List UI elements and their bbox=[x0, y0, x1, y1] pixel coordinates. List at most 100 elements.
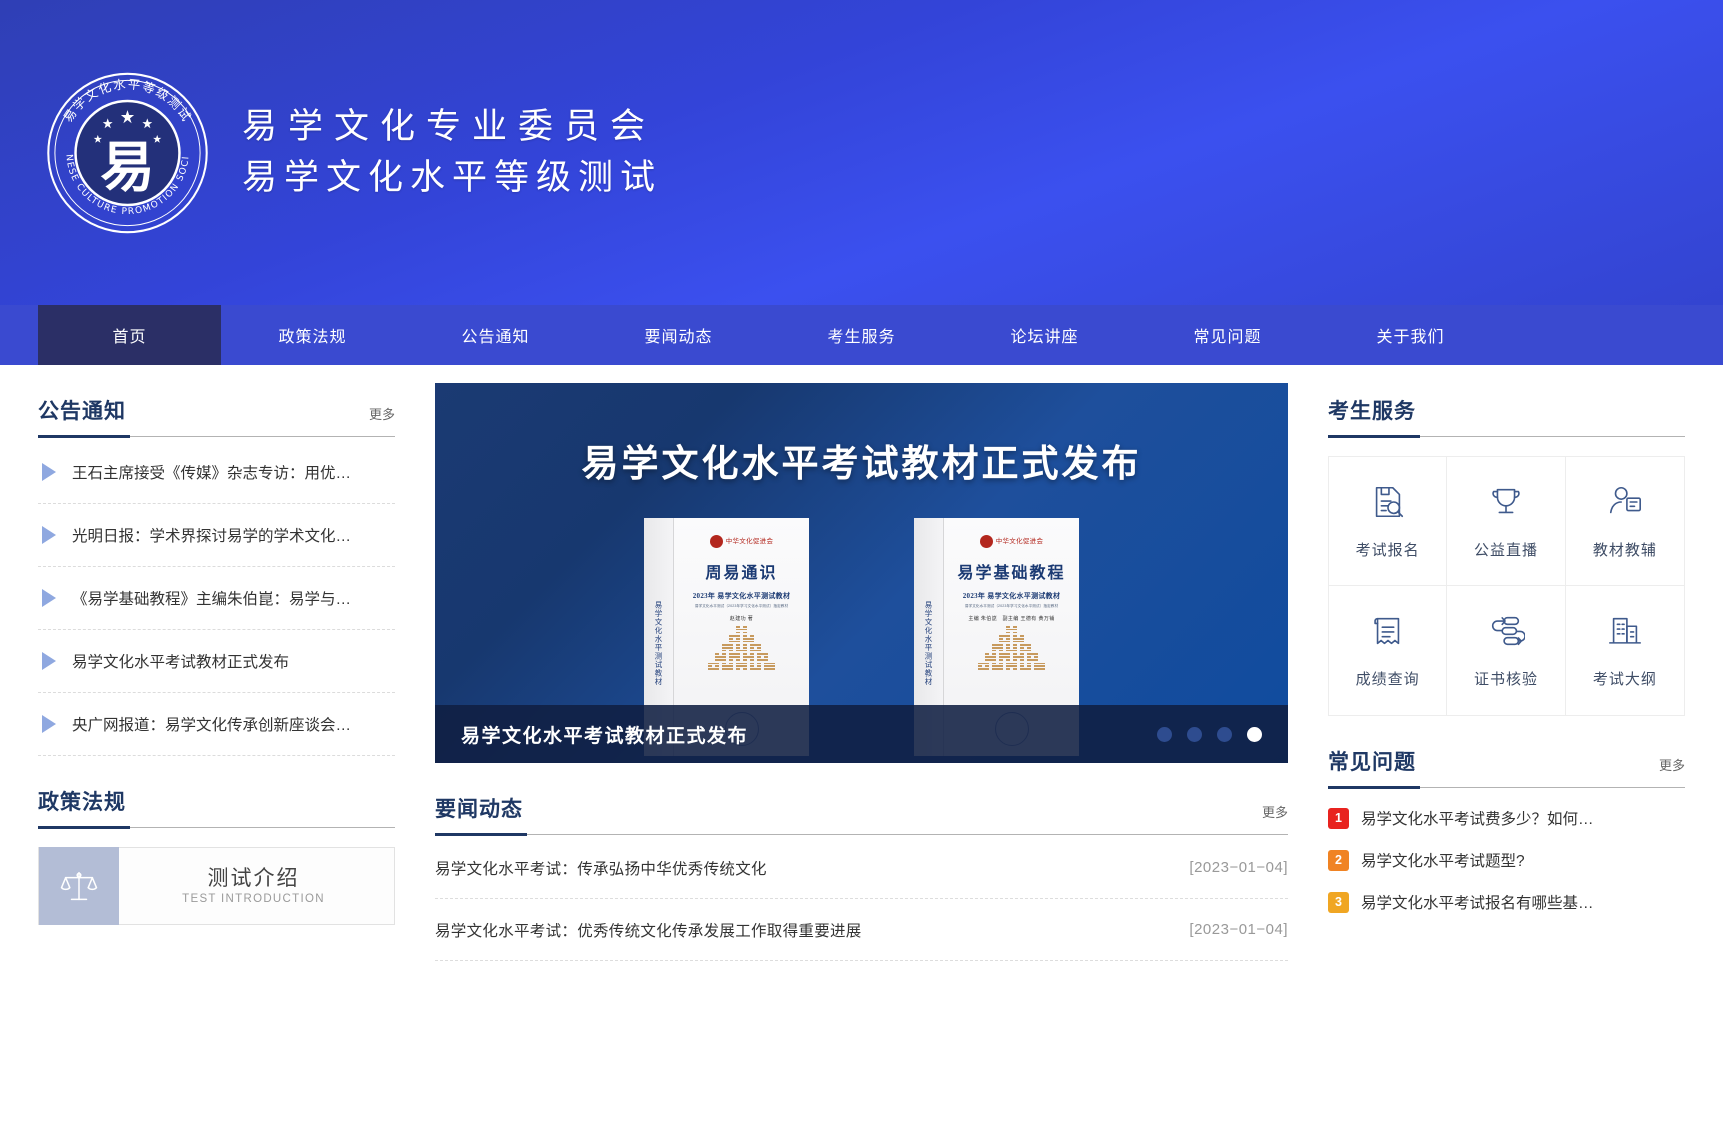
nav-label: 公告通知 bbox=[461, 323, 529, 347]
faq-rank-badge: 3 bbox=[1328, 892, 1349, 913]
carousel-headline: 易学文化水平考试教材正式发布 bbox=[435, 433, 1288, 487]
service-public-livestream[interactable]: 公益直播 bbox=[1447, 457, 1565, 586]
notice-section-rule bbox=[38, 436, 395, 437]
brand-title-line1: 易学文化专业委员会 bbox=[242, 102, 662, 153]
nav-item-services[interactable]: 考生服务 bbox=[770, 305, 953, 365]
faq-section-header: 常见问题 更多 bbox=[1328, 716, 1685, 787]
site-logo[interactable]: 易学文化水平等级测试 CHINESE CULTURE PROMOTION SOC… bbox=[45, 68, 210, 238]
policy-card-test-introduction[interactable]: 测试介绍 TEST INTRODUCTION bbox=[38, 847, 395, 925]
news-more-link[interactable]: 更多 bbox=[1262, 802, 1288, 834]
left-column: 公告通知 更多 王石主席接受《传媒》杂志专访：用优… 光明日报：学术界探讨易学的… bbox=[38, 365, 395, 961]
faq-rank-badge: 2 bbox=[1328, 850, 1349, 871]
brand-titles: 易学文化专业委员会 易学文化水平等级测试 bbox=[242, 102, 662, 204]
service-exam-syllabus[interactable]: 考试大纲 bbox=[1566, 586, 1684, 715]
carousel-caption-bar: 易学文化水平考试教材正式发布 bbox=[435, 705, 1288, 763]
service-label: 公益直播 bbox=[1474, 539, 1538, 560]
service-label: 考试报名 bbox=[1356, 539, 1420, 560]
list-item[interactable]: 1 易学文化水平考试费多少？如何… bbox=[1328, 797, 1685, 839]
nav-item-notice[interactable]: 公告通知 bbox=[404, 305, 587, 365]
notice-item-text: 王石主席接受《传媒》杂志专访：用优… bbox=[72, 461, 351, 483]
list-item[interactable]: 3 易学文化水平考试报名有哪些基… bbox=[1328, 881, 1685, 923]
nav-item-about[interactable]: 关于我们 bbox=[1319, 305, 1502, 365]
list-item[interactable]: 易学文化水平考试：传承弘扬中华优秀传统文化 [2023−01−04] bbox=[435, 837, 1288, 899]
nav-label: 政策法规 bbox=[278, 323, 346, 347]
policy-card-title-en: TEST INTRODUCTION bbox=[119, 893, 388, 905]
news-item-date: [2023−01−04] bbox=[1189, 859, 1288, 876]
svg-text:易: 易 bbox=[100, 135, 154, 199]
carousel-dot-4[interactable] bbox=[1247, 727, 1262, 742]
service-certificate-verify[interactable]: 证书核验 bbox=[1447, 586, 1565, 715]
policy-section-title: 政策法规 bbox=[38, 786, 126, 827]
nav-item-forum[interactable]: 论坛讲座 bbox=[953, 305, 1136, 365]
notice-more-link[interactable]: 更多 bbox=[369, 404, 395, 436]
nav-label: 要闻动态 bbox=[644, 323, 712, 347]
book-subtitle: 2023年 易学文化水平测试教材 bbox=[963, 591, 1061, 601]
book-title: 周易通识 bbox=[705, 559, 777, 583]
service-score-query[interactable]: 成绩查询 bbox=[1329, 586, 1447, 715]
hexagram-decoration bbox=[978, 626, 1045, 670]
services-section-header: 考生服务 bbox=[1328, 365, 1685, 436]
publisher-name: 中华文化促进会 bbox=[996, 538, 1044, 545]
news-item-title: 易学文化水平考试：优秀传统文化传承发展工作取得重要进展 bbox=[435, 919, 862, 941]
publisher-mark-icon bbox=[710, 535, 723, 548]
trophy-icon bbox=[1487, 483, 1525, 526]
nav-label: 论坛讲座 bbox=[1010, 323, 1078, 347]
list-item[interactable]: 易学文化水平考试教材正式发布 bbox=[38, 630, 395, 693]
notice-item-text: 《易学基础教程》主编朱伯崑：易学与… bbox=[72, 587, 351, 609]
nav-item-home[interactable]: 首页 bbox=[38, 305, 221, 365]
service-exam-registration[interactable]: 考试报名 bbox=[1329, 457, 1447, 586]
site-header: 易学文化水平等级测试 CHINESE CULTURE PROMOTION SOC… bbox=[0, 0, 1723, 305]
news-item-date: [2023−01−04] bbox=[1189, 921, 1288, 938]
play-triangle-icon bbox=[42, 463, 56, 481]
carousel-dot-1[interactable] bbox=[1157, 727, 1172, 742]
play-triangle-icon bbox=[42, 589, 56, 607]
nav-item-news[interactable]: 要闻动态 bbox=[587, 305, 770, 365]
notice-item-text: 光明日报：学术界探讨易学的学术文化… bbox=[72, 524, 351, 546]
service-textbooks[interactable]: 教材教辅 bbox=[1566, 457, 1684, 586]
workflow-icon bbox=[1487, 612, 1525, 655]
policy-section-rule bbox=[38, 827, 395, 828]
news-section-title: 要闻动态 bbox=[435, 793, 523, 834]
policy-card-text: 测试介绍 TEST INTRODUCTION bbox=[119, 867, 394, 905]
list-item[interactable]: 《易学基础教程》主编朱伯崑：易学与… bbox=[38, 567, 395, 630]
faq-item-text: 易学文化水平考试费多少？如何… bbox=[1361, 807, 1594, 829]
news-item-title: 易学文化水平考试：传承弘扬中华优秀传统文化 bbox=[435, 857, 767, 879]
list-item[interactable]: 易学文化水平考试：优秀传统文化传承发展工作取得重要进展 [2023−01−04] bbox=[435, 899, 1288, 961]
policy-section-header: 政策法规 bbox=[38, 756, 395, 827]
news-section-rule bbox=[435, 834, 1288, 835]
list-item[interactable]: 光明日报：学术界探讨易学的学术文化… bbox=[38, 504, 395, 567]
book-author: 主编 朱伯崑 副主编 王德有 黄万铺 bbox=[968, 615, 1054, 622]
faq-section-title: 常见问题 bbox=[1328, 746, 1416, 787]
list-item[interactable]: 2 易学文化水平考试题型? bbox=[1328, 839, 1685, 881]
service-label: 考试大纲 bbox=[1593, 668, 1657, 689]
book-subtitle-small: 易学文化水平测试（2023年学习文化水平测试）指定教材 bbox=[695, 604, 788, 609]
play-triangle-icon bbox=[42, 526, 56, 544]
nav-item-policy[interactable]: 政策法规 bbox=[221, 305, 404, 365]
list-item[interactable]: 王石主席接受《传媒》杂志专访：用优… bbox=[38, 441, 395, 504]
list-item[interactable]: 央广网报道：易学文化传承创新座谈会… bbox=[38, 693, 395, 756]
carousel-dot-3[interactable] bbox=[1217, 727, 1232, 742]
main-navigation: 首页 政策法规 公告通知 要闻动态 考生服务 论坛讲座 常见问题 关于我们 bbox=[0, 305, 1723, 365]
news-section-header: 要闻动态 更多 bbox=[435, 763, 1288, 834]
service-label: 教材教辅 bbox=[1593, 539, 1657, 560]
faq-section-rule bbox=[1328, 787, 1685, 788]
nav-label: 常见问题 bbox=[1193, 323, 1261, 347]
services-section-rule bbox=[1328, 436, 1685, 437]
publisher-logo: 中华文化促进会 bbox=[980, 535, 1044, 548]
scales-icon bbox=[39, 847, 119, 925]
book-author: 赵建功 著 bbox=[730, 615, 753, 622]
notice-section-title: 公告通知 bbox=[38, 395, 126, 436]
notice-section-header: 公告通知 更多 bbox=[38, 365, 395, 436]
carousel-caption-text: 易学文化水平考试教材正式发布 bbox=[461, 721, 748, 748]
book-subtitle-small: 易学文化水平测试（2023年学习文化水平测试）指定教材 bbox=[965, 604, 1058, 609]
right-column: 考生服务 考试报名 bbox=[1328, 365, 1685, 961]
faq-more-link[interactable]: 更多 bbox=[1659, 755, 1685, 787]
nav-label: 关于我们 bbox=[1376, 323, 1444, 347]
main-content: 公告通知 更多 王石主席接受《传媒》杂志专访：用优… 光明日报：学术界探讨易学的… bbox=[0, 365, 1723, 961]
faq-item-text: 易学文化水平考试报名有哪些基… bbox=[1361, 891, 1594, 913]
nav-item-faq[interactable]: 常见问题 bbox=[1136, 305, 1319, 365]
carousel-dots bbox=[1157, 727, 1262, 742]
carousel-dot-2[interactable] bbox=[1187, 727, 1202, 742]
publisher-mark-icon bbox=[980, 535, 993, 548]
hero-carousel[interactable]: 易学文化水平考试教材正式发布 易学文化水平测试教材 中华文化促进会 周易通识 2… bbox=[435, 383, 1288, 763]
